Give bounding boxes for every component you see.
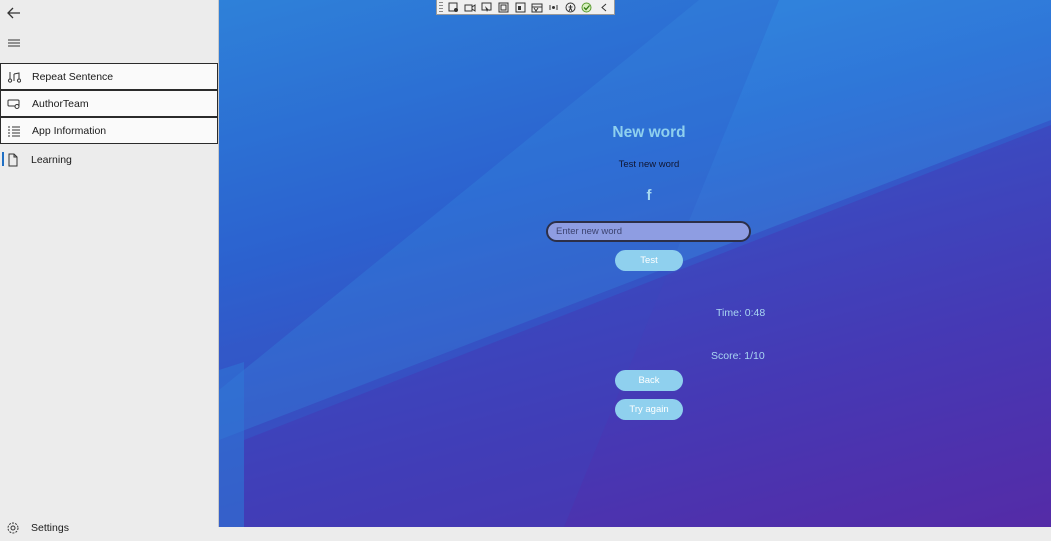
pointer-select-icon[interactable] [480, 2, 493, 13]
nav-item-app-information[interactable]: App Information [0, 117, 218, 144]
score-label: Score: 1/10 [711, 350, 765, 362]
focus-icon[interactable] [547, 2, 560, 13]
hamburger-menu-icon[interactable] [4, 33, 24, 53]
accessibility-icon[interactable] [564, 2, 577, 13]
document-icon [6, 153, 20, 167]
nav-item-author-team[interactable]: AuthorTeam [0, 90, 218, 117]
element-tree-icon[interactable] [514, 2, 527, 13]
nav-item-label: Learning [31, 153, 72, 166]
back-button[interactable]: Back [615, 370, 683, 391]
music-note-icon [7, 70, 22, 84]
selection-indicator [2, 152, 4, 166]
try-again-button[interactable]: Try again [615, 399, 683, 420]
page-title: New word [612, 124, 686, 141]
chat-bubble-icon [7, 97, 21, 111]
checkmark-icon[interactable] [581, 2, 594, 13]
time-label: Time: 0:48 [716, 307, 766, 319]
nav-item-label: App Information [32, 124, 107, 137]
frame-icon[interactable] [497, 2, 510, 13]
hint-letter: f [646, 187, 652, 204]
navigation-pane: Repeat Sentence AuthorTeam App Informati… [0, 0, 219, 534]
page-subtitle: Test new word [618, 159, 680, 170]
nav-item-settings[interactable]: Settings [0, 514, 218, 541]
nav-item-repeat-sentence[interactable]: Repeat Sentence [0, 63, 218, 90]
select-element-icon[interactable] [447, 2, 460, 13]
grip-icon[interactable] [439, 1, 443, 13]
nav-item-label: Repeat Sentence [32, 70, 114, 83]
test-button[interactable]: Test [615, 250, 683, 271]
video-camera-icon[interactable] [464, 2, 477, 13]
chevron-left-icon[interactable] [597, 2, 610, 13]
nav-item-label: Settings [31, 521, 69, 534]
layout-icon[interactable] [530, 2, 543, 13]
back-arrow-icon[interactable] [4, 3, 24, 23]
gear-icon [6, 521, 20, 535]
new-word-input[interactable] [546, 221, 751, 242]
nav-item-learning[interactable]: Learning [0, 146, 218, 173]
list-icon [7, 124, 21, 138]
nav-item-label: AuthorTeam [32, 97, 89, 110]
recording-toolbar [436, 0, 615, 15]
main-content: New word Test new word f Test Time: 0:48… [219, 0, 1051, 527]
